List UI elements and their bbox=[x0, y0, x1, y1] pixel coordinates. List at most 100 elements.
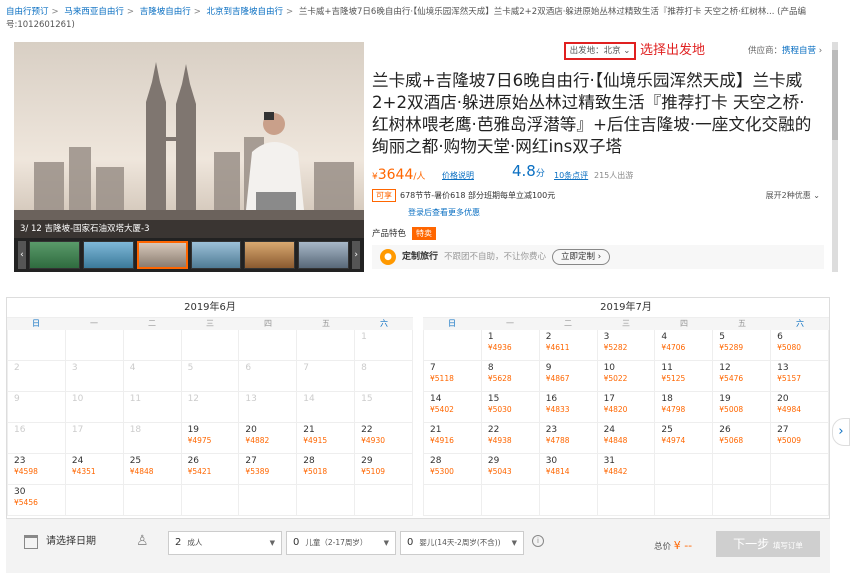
calendar-day[interactable]: 24 ¥4848 bbox=[597, 423, 656, 454]
calendar-day[interactable]: 23 ¥4788 bbox=[539, 423, 598, 454]
calendar-day[interactable]: 7 ¥5118 bbox=[424, 361, 482, 392]
calendar-day[interactable]: 28 ¥5300 bbox=[424, 454, 482, 485]
calendar-day[interactable]: 25 ¥4974 bbox=[655, 423, 714, 454]
calendar-day[interactable]: 21 ¥4915 bbox=[297, 423, 356, 454]
calendar-day[interactable]: 14 ¥5402 bbox=[424, 392, 482, 423]
calendar-empty bbox=[771, 454, 829, 485]
price-note-link[interactable]: 价格说明 bbox=[442, 170, 474, 181]
calendar-day[interactable]: 30 ¥4814 bbox=[539, 454, 598, 485]
calendar-day[interactable]: 3 ¥5282 bbox=[597, 330, 656, 361]
calendar-day[interactable]: 11 ¥5125 bbox=[655, 361, 714, 392]
info-scrollbar[interactable] bbox=[832, 42, 838, 272]
calendar-day[interactable]: 9 ¥4867 bbox=[539, 361, 598, 392]
next-step-button[interactable]: 下一步 填写订单 bbox=[716, 531, 820, 557]
info-icon[interactable]: i bbox=[532, 535, 544, 547]
reviews-link[interactable]: 10条点评 bbox=[554, 170, 588, 181]
calendar-day[interactable]: 25 ¥4848 bbox=[123, 454, 182, 485]
thumbnail[interactable] bbox=[82, 241, 134, 269]
thumbnail[interactable] bbox=[136, 241, 188, 269]
custom-now-button[interactable]: 立即定制 › bbox=[552, 249, 611, 265]
thumbnail[interactable] bbox=[190, 241, 242, 269]
calendar-day[interactable]: 2 ¥4611 bbox=[539, 330, 598, 361]
main-photo[interactable] bbox=[14, 42, 364, 238]
calendar-day[interactable]: 29 ¥5043 bbox=[481, 454, 540, 485]
day-number: 10 bbox=[71, 394, 84, 404]
day-number: 26 bbox=[187, 456, 200, 466]
calendar-day: 7 bbox=[297, 361, 356, 392]
day-number: 30 bbox=[545, 456, 558, 466]
weekday-header: 日一二三四五六 bbox=[7, 318, 413, 330]
calendar-day[interactable]: 13 ¥5157 bbox=[771, 361, 829, 392]
date-select[interactable]: 请选择日期 bbox=[46, 535, 96, 549]
calendar-day[interactable]: 12 ¥5476 bbox=[713, 361, 772, 392]
calendar-day[interactable]: 19 ¥5008 bbox=[713, 392, 772, 423]
calendar-day[interactable]: 15 ¥5030 bbox=[481, 392, 540, 423]
calendar-empty bbox=[65, 330, 124, 361]
chevron-right-icon[interactable]: › bbox=[352, 241, 361, 269]
calendar-day[interactable]: 4 ¥4706 bbox=[655, 330, 714, 361]
thumbnail[interactable] bbox=[298, 241, 350, 269]
supplier: 供应商：携程自营 › bbox=[748, 46, 823, 56]
day-price: ¥5008 bbox=[719, 405, 744, 414]
day-number: 19 bbox=[719, 394, 731, 404]
day-number: 13 bbox=[777, 363, 789, 373]
calendar-day[interactable]: 22 ¥4930 bbox=[355, 423, 413, 454]
promo-expand[interactable]: 展开2种优惠 ⌄ bbox=[766, 189, 820, 203]
calendar-day[interactable]: 26 ¥5421 bbox=[181, 454, 240, 485]
calendar-day[interactable]: 5 ¥5289 bbox=[713, 330, 772, 361]
calendar-day[interactable]: 24 ¥4351 bbox=[65, 454, 124, 485]
day-price: ¥5125 bbox=[661, 374, 686, 383]
calendar-day[interactable]: 26 ¥5068 bbox=[713, 423, 772, 454]
day-number: 29 bbox=[487, 456, 500, 466]
calendar-day[interactable]: 10 ¥5022 bbox=[597, 361, 656, 392]
breadcrumb-link[interactable]: 吉隆坡自由行 bbox=[140, 7, 191, 17]
day-number: 20 bbox=[777, 394, 789, 404]
custom-travel-row: ● 定制旅行 不跟团不自助，不让你费心 立即定制 › bbox=[372, 245, 824, 269]
chevron-right-icon[interactable]: › bbox=[832, 418, 850, 446]
departure-hint: 选择出发地 bbox=[640, 43, 706, 58]
calendar-day[interactable]: 20 ¥4882 bbox=[239, 423, 298, 454]
breadcrumb-link[interactable]: 北京到吉隆坡自由行 bbox=[207, 7, 284, 17]
calendar-day[interactable]: 28 ¥5018 bbox=[297, 454, 356, 485]
calendar-day[interactable]: 23 ¥4598 bbox=[8, 454, 66, 485]
calendar-day[interactable]: 27 ¥5389 bbox=[239, 454, 298, 485]
thumbnail[interactable] bbox=[28, 241, 80, 269]
breadcrumb-link[interactable]: 马来西亚自由行 bbox=[64, 7, 124, 17]
breadcrumb-link[interactable]: 自由行预订 bbox=[6, 7, 49, 17]
calendar-day[interactable]: 17 ¥4820 bbox=[597, 392, 656, 423]
product-gallery[interactable]: 3/ 12 吉隆坡-国家石油双塔大厦-3 ‹ › bbox=[14, 42, 364, 272]
calendar-day[interactable]: 20 ¥4984 bbox=[771, 392, 829, 423]
calendar-day[interactable]: 22 ¥4938 bbox=[481, 423, 540, 454]
day-price: ¥5068 bbox=[719, 436, 744, 445]
calendar-day: 11 bbox=[123, 392, 182, 423]
calendar-day[interactable]: 6 ¥5080 bbox=[771, 330, 829, 361]
day-number: 26 bbox=[719, 425, 731, 435]
photo-caption: 3/ 12 吉隆坡-国家石油双塔大厦-3 bbox=[14, 220, 364, 238]
calendar-day[interactable]: 30 ¥5456 bbox=[8, 485, 66, 516]
infants-select[interactable]: 0 婴儿(14天-2周岁(不含)) ▼ bbox=[400, 531, 524, 555]
price: ¥3644/人 bbox=[372, 167, 426, 183]
day-price: ¥5030 bbox=[487, 405, 512, 414]
calendar-day: 12 bbox=[181, 392, 240, 423]
day-number: 11 bbox=[129, 394, 142, 404]
login-link[interactable]: 登录 bbox=[408, 208, 424, 217]
calendar-day[interactable]: 29 ¥5109 bbox=[355, 454, 413, 485]
calendar-day[interactable]: 16 ¥4833 bbox=[539, 392, 598, 423]
supplier-link[interactable]: 携程自营 bbox=[782, 46, 816, 56]
day-price: ¥4798 bbox=[661, 405, 686, 414]
calendar-day[interactable]: 18 ¥4798 bbox=[655, 392, 714, 423]
calendar-day[interactable]: 21 ¥4916 bbox=[424, 423, 482, 454]
day-number: 25 bbox=[661, 425, 673, 435]
children-select[interactable]: 0 儿童（2-17周岁） ▼ bbox=[286, 531, 396, 555]
adults-select[interactable]: 2 成人 ▼ bbox=[168, 531, 282, 555]
calendar-day[interactable]: 1 ¥4936 bbox=[481, 330, 540, 361]
calendar-empty bbox=[597, 485, 656, 516]
chevron-left-icon[interactable]: ‹ bbox=[18, 241, 26, 269]
day-number: 30 bbox=[14, 487, 26, 497]
departure-select[interactable]: 出发地：北京 ⌄ bbox=[564, 42, 636, 60]
calendar-day[interactable]: 8 ¥5628 bbox=[481, 361, 540, 392]
calendar-day[interactable]: 19 ¥4975 bbox=[181, 423, 240, 454]
thumbnail[interactable] bbox=[244, 241, 296, 269]
calendar-day[interactable]: 27 ¥5009 bbox=[771, 423, 829, 454]
calendar-day[interactable]: 31 ¥4842 bbox=[597, 454, 656, 485]
